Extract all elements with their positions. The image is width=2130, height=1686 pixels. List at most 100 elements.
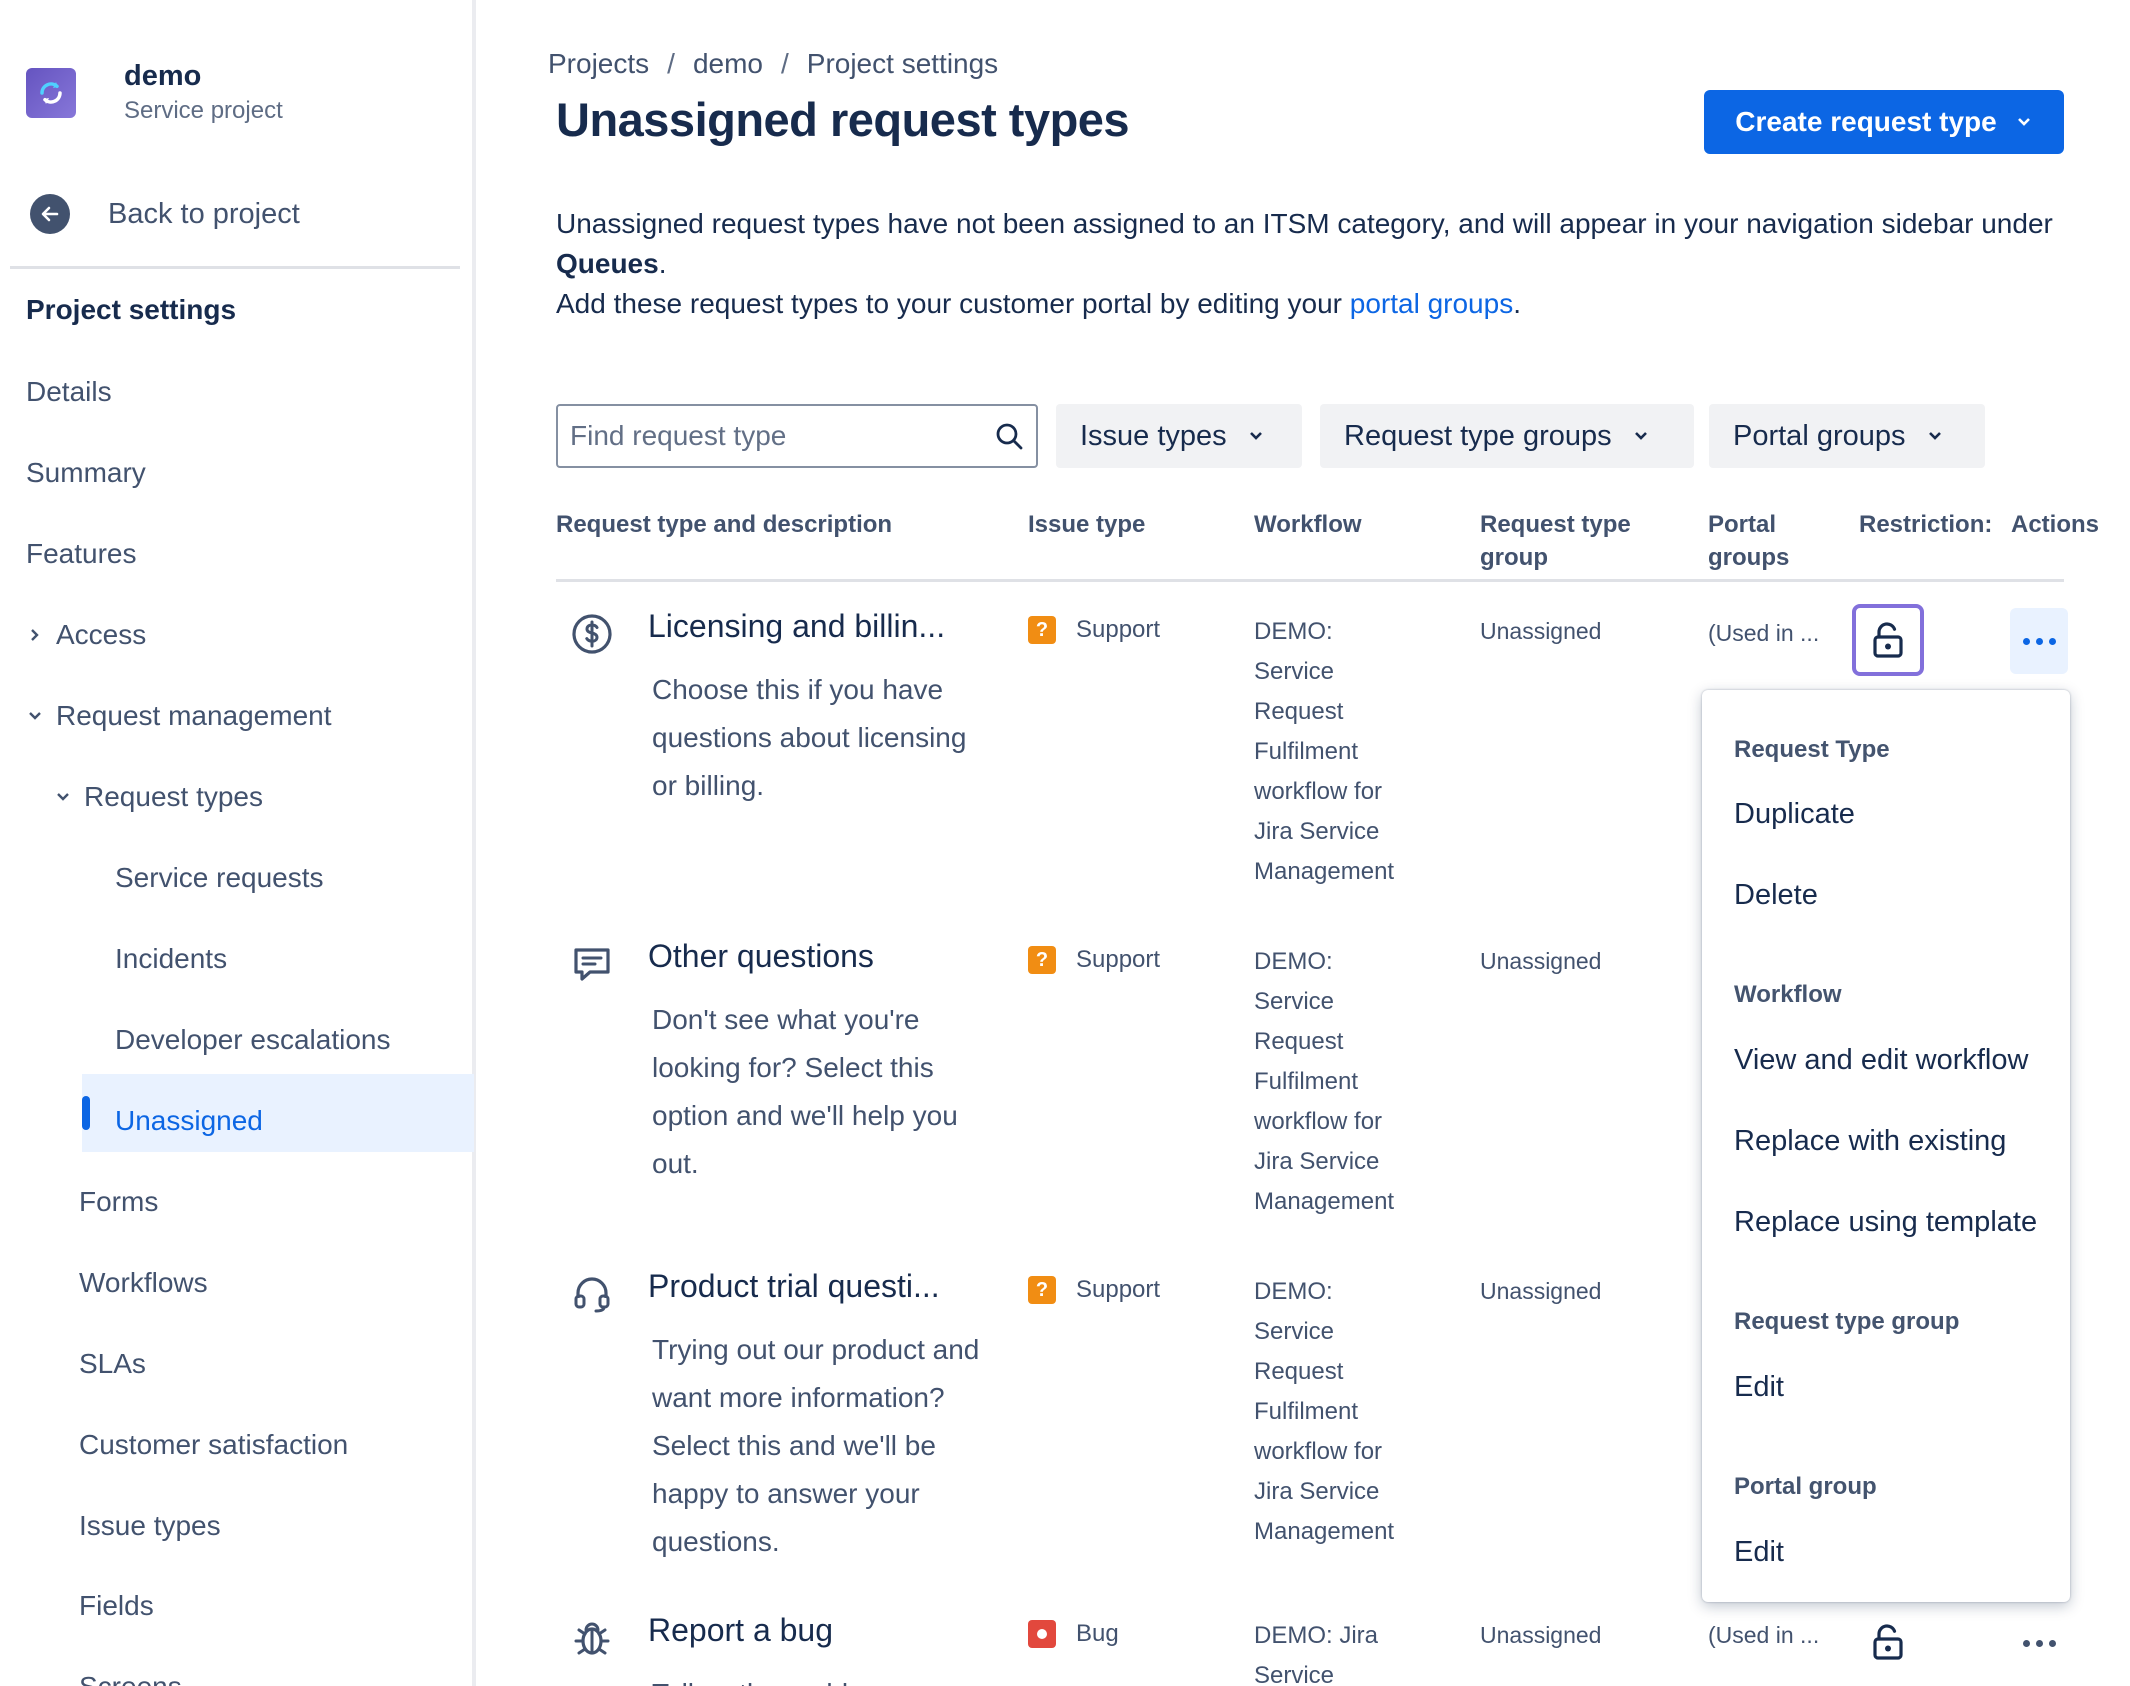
- project-header[interactable]: demo Service project: [26, 58, 283, 128]
- menu-section-portal-group: Portal group: [1734, 1473, 1877, 1500]
- column-header-portal-groups[interactable]: Portal groups: [1708, 508, 1789, 574]
- sidebar-item-label: Request types: [84, 781, 263, 812]
- portal-groups-filter-label: Portal groups: [1733, 419, 1906, 452]
- column-header-workflow[interactable]: Workflow: [1254, 508, 1362, 541]
- request-type-groups-filter[interactable]: Request type groups: [1320, 404, 1694, 468]
- unlock-restriction-button[interactable]: [1852, 604, 1924, 676]
- request-type-group-cell: Unassigned: [1480, 1622, 1602, 1648]
- sidebar-item-fields[interactable]: Fields: [79, 1590, 154, 1622]
- workflow-cell: DEMO: Service Request Fulfilment workflo…: [1254, 618, 1395, 885]
- issue-type-label: Bug: [1076, 1620, 1119, 1647]
- request-type-name[interactable]: Licensing and billin...: [648, 608, 945, 645]
- sidebar-item-request-management[interactable]: Request management: [24, 700, 332, 732]
- sidebar-item-issue-types[interactable]: Issue types: [79, 1510, 221, 1542]
- chevron-down-icon: [24, 709, 46, 723]
- request-type-name[interactable]: Other questions: [648, 938, 874, 975]
- menu-section-request-type-group: Request type group: [1734, 1308, 1960, 1335]
- column-header-group[interactable]: Request type group: [1480, 508, 1631, 574]
- issue-types-filter-label: Issue types: [1080, 419, 1227, 452]
- chevron-down-icon: [52, 790, 74, 804]
- request-type-description: Don't see what you're looking for? Selec…: [652, 1004, 958, 1179]
- unlock-icon: [1873, 622, 1903, 658]
- sidebar-divider: [10, 266, 460, 269]
- sidebar-item-developer-escalations[interactable]: Developer escalations: [115, 1024, 391, 1056]
- menu-item-delete[interactable]: Delete: [1734, 879, 1818, 912]
- arrow-left-icon: [30, 194, 70, 234]
- unlock-restriction-button[interactable]: [1852, 1606, 1924, 1678]
- breadcrumb-projects[interactable]: Projects: [548, 48, 649, 80]
- search-input[interactable]: Find request type: [556, 404, 1038, 468]
- column-header-actions: Actions: [2011, 511, 2100, 538]
- breadcrumb: Projects / demo / Project settings: [548, 48, 998, 80]
- portal-groups-link[interactable]: portal groups: [1350, 288, 1513, 319]
- menu-item-replace-template[interactable]: Replace using template: [1734, 1206, 2037, 1239]
- more-icon-dot: [2035, 637, 2043, 645]
- sidebar-item-unassigned[interactable]: Unassigned: [115, 1105, 263, 1137]
- breadcrumb-separator: /: [780, 48, 789, 79]
- table-header-divider: [556, 579, 2064, 582]
- request-type-name[interactable]: Product trial questi...: [648, 1268, 940, 1305]
- more-actions-button[interactable]: [2010, 608, 2068, 674]
- search-icon: [996, 423, 1023, 450]
- menu-item-edit-group[interactable]: Edit: [1734, 1371, 1784, 1404]
- chevron-down-icon: [1928, 432, 1941, 440]
- issue-type-cell: ? Support: [1028, 1276, 1160, 1304]
- project-avatar-icon: [26, 68, 76, 118]
- menu-section-request-type: Request Type: [1734, 736, 1890, 763]
- sidebar-item-incidents[interactable]: Incidents: [115, 943, 227, 975]
- more-actions-button[interactable]: [2010, 1610, 2068, 1676]
- request-type-name[interactable]: Report a bug: [648, 1612, 833, 1649]
- menu-item-edit-portal[interactable]: Edit: [1734, 1536, 1784, 1569]
- request-type-description: Trying out our product and want more inf…: [652, 1334, 980, 1557]
- menu-item-duplicate[interactable]: Duplicate: [1734, 798, 1855, 831]
- bug-type-icon: [1028, 1620, 1056, 1648]
- sidebar-item-request-types[interactable]: Request types: [52, 781, 263, 813]
- breadcrumb-demo[interactable]: demo: [693, 48, 763, 80]
- dollar-icon: [572, 614, 612, 654]
- breadcrumb-project-settings[interactable]: Project settings: [807, 48, 998, 80]
- more-icon-dot: [2035, 1639, 2043, 1647]
- sidebar-item-slas[interactable]: SLAs: [79, 1348, 146, 1380]
- column-header-issue-type[interactable]: Issue type: [1028, 508, 1145, 541]
- sidebar-heading: Project settings: [26, 294, 237, 325]
- actions-dropdown-menu: Request Type Duplicate Delete Workflow V…: [1702, 690, 2070, 1602]
- column-header-restrictions[interactable]: Restriction:: [1859, 508, 1997, 541]
- menu-item-view-edit-workflow[interactable]: View and edit workflow: [1734, 1044, 2028, 1077]
- back-to-project-link[interactable]: Back to project: [30, 194, 300, 234]
- headset-icon: [574, 1277, 610, 1313]
- sidebar-item-features[interactable]: Features: [26, 538, 137, 570]
- issue-type-label: Support: [1076, 946, 1161, 973]
- sidebar-item-details[interactable]: Details: [26, 376, 112, 408]
- sidebar-item-workflows[interactable]: Workflows: [79, 1267, 208, 1299]
- more-icon-dot: [2022, 637, 2030, 645]
- request-type-group-cell: Unassigned: [1480, 618, 1602, 644]
- sidebar-item-forms[interactable]: Forms: [79, 1186, 158, 1218]
- queues-text: Queues: [556, 248, 659, 279]
- unlock-icon: [1873, 1624, 1903, 1660]
- more-icon-dot: [2048, 1639, 2056, 1647]
- menu-item-replace-existing[interactable]: Replace with existing: [1734, 1125, 2006, 1158]
- issue-types-filter[interactable]: Issue types: [1056, 404, 1302, 468]
- page-title: Unassigned request types: [556, 93, 1130, 146]
- support-question-icon: ?: [1028, 1276, 1056, 1304]
- column-header-name[interactable]: Request type and description: [556, 508, 892, 541]
- sidebar-item-summary[interactable]: Summary: [26, 457, 146, 489]
- workflow-cell: DEMO: Jira Service: [1254, 1622, 1379, 1686]
- sidebar-item-screens[interactable]: Screens: [79, 1671, 182, 1686]
- column-header-portal-line1: Portal: [1708, 511, 1777, 538]
- project-name: demo: [124, 60, 202, 92]
- sidebar-item-access[interactable]: Access: [24, 619, 146, 651]
- sidebar: demo Service project Back to project Pro…: [0, 0, 476, 1686]
- support-question-icon: ?: [1028, 946, 1056, 974]
- portal-groups-filter[interactable]: Portal groups: [1709, 404, 1985, 468]
- create-request-type-button[interactable]: Create request type: [1704, 90, 2064, 154]
- portal-groups-cell: (Used in ...: [1708, 620, 1820, 646]
- description-punct: .: [1513, 288, 1521, 319]
- column-header-portal-line2: groups: [1708, 544, 1790, 571]
- search-placeholder: Find request type: [570, 420, 787, 451]
- sidebar-item-service-requests[interactable]: Service requests: [115, 862, 324, 894]
- back-label: Back to project: [108, 197, 300, 230]
- more-icon-dot: [2022, 1639, 2030, 1647]
- chevron-down-icon: [1249, 432, 1262, 440]
- sidebar-item-customer-satisfaction[interactable]: Customer satisfaction: [79, 1429, 348, 1461]
